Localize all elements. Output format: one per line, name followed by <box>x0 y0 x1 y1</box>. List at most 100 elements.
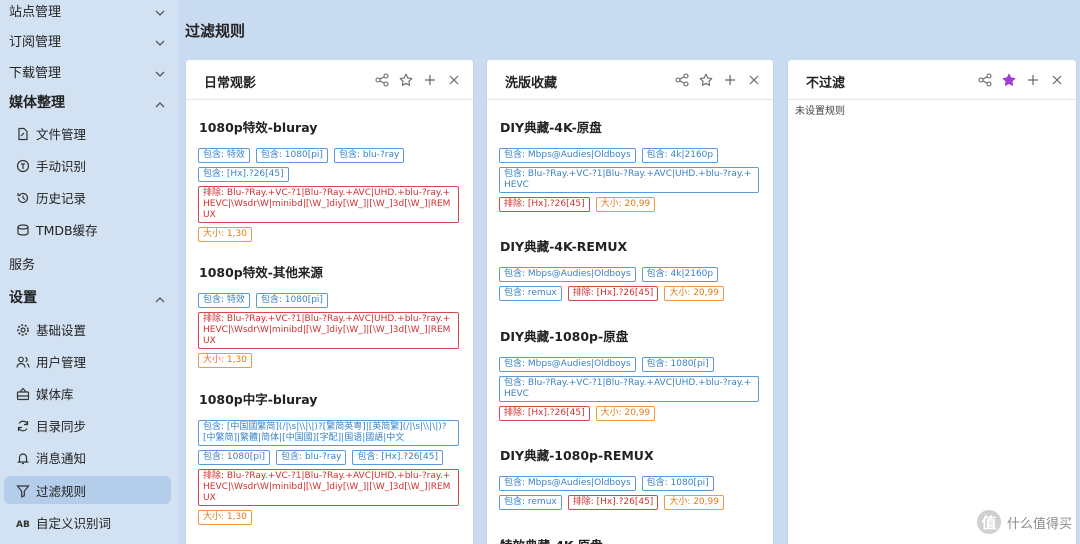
chevron-up-icon[interactable] <box>154 291 166 303</box>
sidebar-item[interactable]: AB 自定义识别词 <box>0 508 178 536</box>
card-actions <box>675 72 761 87</box>
sidebar-item[interactable]: 用户管理 <box>0 347 178 375</box>
include-tag: 包含: 1080[pi] <box>198 450 271 465</box>
include-tag: 包含: Blu-?Ray.+VC-?1|Blu-?Ray.+AVC|UHD.+b… <box>499 376 759 402</box>
card-actions <box>375 72 461 87</box>
plus-icon[interactable] <box>1026 72 1040 86</box>
chevron-down-icon[interactable] <box>154 4 166 16</box>
sidebar-item[interactable]: 过滤规则 <box>4 476 171 504</box>
card-title: 不过滤 <box>806 76 846 91</box>
sidebar-item-label: 手动识别 <box>36 158 87 174</box>
rule-tags: 包含: [中国國繁简](/|\s|\\|\|)?[繁简英粤]|[英简繁](/|\… <box>198 420 459 525</box>
sidebar-item[interactable]: 文件管理 <box>0 119 178 147</box>
filter-rule: 特效典藏-4K-原盘 <box>499 535 759 544</box>
share-icon[interactable] <box>375 72 389 87</box>
sidebar-item[interactable]: 媒体整理 <box>0 88 178 116</box>
plus-icon[interactable] <box>423 72 437 86</box>
rule-name[interactable]: DIY典藏-1080p-原盘 <box>500 326 759 345</box>
include-tag: 包含: [Hx].?26[45] <box>198 167 289 182</box>
close-icon[interactable] <box>747 72 761 86</box>
filter-rule: DIY典藏-1080p-原盘 包含: Mbps@Audies|Oldboys 包含:… <box>499 326 759 421</box>
sidebar-item[interactable]: 下载管理 <box>0 57 178 85</box>
include-tag: 包含: blu-?ray <box>276 450 347 465</box>
sidebar-item[interactable]: 基础设置 <box>0 315 178 343</box>
card-header: 洗版收藏 <box>487 60 773 100</box>
close-icon[interactable] <box>447 72 461 86</box>
rule-tags: 包含: Mbps@Audies|Oldboys 包含: 1080[pi] 包含: B… <box>499 357 759 421</box>
sidebar-item[interactable]: 订阅管理 <box>0 26 178 54</box>
card-header: 日常观影 <box>186 60 473 100</box>
include-tag: 包含: Mbps@Audies|Oldboys <box>499 476 636 491</box>
cache-icon <box>16 222 30 236</box>
plus-icon[interactable] <box>723 72 737 86</box>
card-actions <box>978 72 1064 87</box>
size-tag: 大小: 20,99 <box>664 495 724 510</box>
rule-group-card: 洗版收藏 DIY典藏-4K-原盘 包含: Mbps@Audies|Oldboys 包含… <box>487 60 773 544</box>
filter-rule: 1080p特效-bluray 包含: 特效 包含: 1080[pi] 包含: blu-… <box>198 117 459 242</box>
card-title: 日常观影 <box>204 76 257 91</box>
sidebar-item[interactable]: 服务 <box>0 249 178 277</box>
rule-name[interactable]: DIY典藏-4K-原盘 <box>500 117 759 136</box>
close-icon[interactable] <box>1050 72 1064 86</box>
include-tag: 包含: blu-?ray <box>333 148 405 163</box>
include-tag: 包含: 4k|2160p <box>641 267 719 282</box>
rule-name[interactable]: DIY典藏-4K-REMUX <box>500 236 759 255</box>
rule-tags: 包含: Mbps@Audies|Oldboys 包含: 4k|2160p 包含: r… <box>499 267 759 301</box>
ab-text-icon: AB <box>16 515 30 530</box>
rule-name[interactable]: 特效典藏-4K-原盘 <box>500 535 759 544</box>
sidebar-item-label: 服务 <box>9 257 36 273</box>
sidebar-item-label: 下载管理 <box>9 65 62 81</box>
include-tag: 包含: 1080[pi] <box>641 357 714 372</box>
rule-name[interactable]: 1080p中字-bluray <box>199 389 459 408</box>
rule-tags: 包含: 特效 包含: 1080[pi] 排除: Blu-?Ray.+VC-?1|Bl… <box>198 293 459 368</box>
card-title: 洗版收藏 <box>505 76 558 91</box>
include-tag: 包含: 4k|2160p <box>641 148 719 163</box>
sidebar-item[interactable]: 设置 <box>0 283 178 311</box>
filter-icon <box>16 483 30 498</box>
sidebar-item-label: 媒体整理 <box>9 95 65 111</box>
include-tag: 包含: Mbps@Audies|Oldboys <box>499 148 636 163</box>
star-filled-icon[interactable] <box>1002 72 1016 86</box>
exclude-tag: 排除: Blu-?Ray.+VC-?1|Blu-?Ray.+AVC|UHD.+b… <box>198 312 459 349</box>
sidebar-item[interactable]: 消息通知 <box>0 443 178 471</box>
sidebar-item-label: 用户管理 <box>36 354 87 370</box>
include-tag: 包含: Blu-?Ray.+VC-?1|Blu-?Ray.+AVC|UHD.+b… <box>499 167 759 193</box>
sidebar-item[interactable]: TMDB缓存 <box>0 215 178 243</box>
watermark: 值 什么值得买 <box>976 510 1072 534</box>
include-tag: 包含: [中国國繁简](/|\s|\\|\|)?[繁简英粤]|[英简繁](/|\… <box>198 420 459 446</box>
sidebar-item[interactable]: 手动识别 <box>0 151 178 179</box>
star-icon[interactable] <box>399 72 413 86</box>
sidebar-item[interactable]: 目录同步 <box>0 411 178 439</box>
chevron-down-icon[interactable] <box>154 65 166 77</box>
share-icon[interactable] <box>978 72 992 87</box>
size-tag: 大小: 1,30 <box>198 510 252 525</box>
size-tag: 大小: 1,30 <box>198 227 252 242</box>
chevron-down-icon[interactable] <box>154 34 166 46</box>
page-title: 过滤规则 <box>185 22 246 40</box>
rule-name[interactable]: DIY典藏-1080p-REMUX <box>500 445 759 464</box>
media-library-icon <box>16 386 30 401</box>
rule-tags: 包含: Mbps@Audies|Oldboys 包含: 1080[pi] 包含: r… <box>499 476 759 510</box>
filter-rule: DIY典藏-4K-原盘包含: Mbps@Audies|Oldboys 包含: 4k… <box>499 117 759 212</box>
sidebar-item-label: 基础设置 <box>36 322 87 338</box>
include-tag: 包含: 1080[pi] <box>641 476 714 491</box>
include-tag: 包含: [Hx].?26[45] <box>352 450 444 465</box>
exclude-tag: 排除: Blu-?Ray.+VC-?1|Blu-?Ray.+AVC|UHD.+b… <box>198 186 459 223</box>
rule-name[interactable]: 1080p特效-bluray <box>199 117 459 136</box>
chevron-up-icon[interactable] <box>154 96 166 108</box>
filter-rule: 1080p特效-其他来源包含: 特效 包含: 1080[pi] 排除: Blu-?R… <box>198 262 459 368</box>
include-tag: 包含: Mbps@Audies|Oldboys <box>499 357 636 372</box>
star-icon[interactable] <box>699 72 713 86</box>
filter-rule: DIY典藏-1080p-REMUX 包含: Mbps@Audies|Oldboys… <box>499 445 759 510</box>
sidebar-item-label: 站点管理 <box>9 4 62 20</box>
rule-name[interactable]: 1080p特效-其他来源 <box>199 262 459 281</box>
size-tag: 大小: 20,99 <box>664 286 724 301</box>
sidebar: 站点管理订阅管理下载管理媒体整理文件管理手动识别历史记录 TMDB缓存服务设置基础… <box>0 0 178 544</box>
sidebar-item-label: 订阅管理 <box>9 34 62 50</box>
share-icon[interactable] <box>675 72 689 87</box>
rule-tags: 包含: 特效 包含: 1080[pi] 包含: blu-?ray 包含: [Hx].?… <box>198 148 459 242</box>
sidebar-item[interactable]: 站点管理 <box>0 0 178 24</box>
sidebar-item[interactable]: 历史记录 <box>0 183 178 211</box>
sidebar-item[interactable]: 媒体库 <box>0 379 178 407</box>
bell-icon <box>16 450 30 465</box>
